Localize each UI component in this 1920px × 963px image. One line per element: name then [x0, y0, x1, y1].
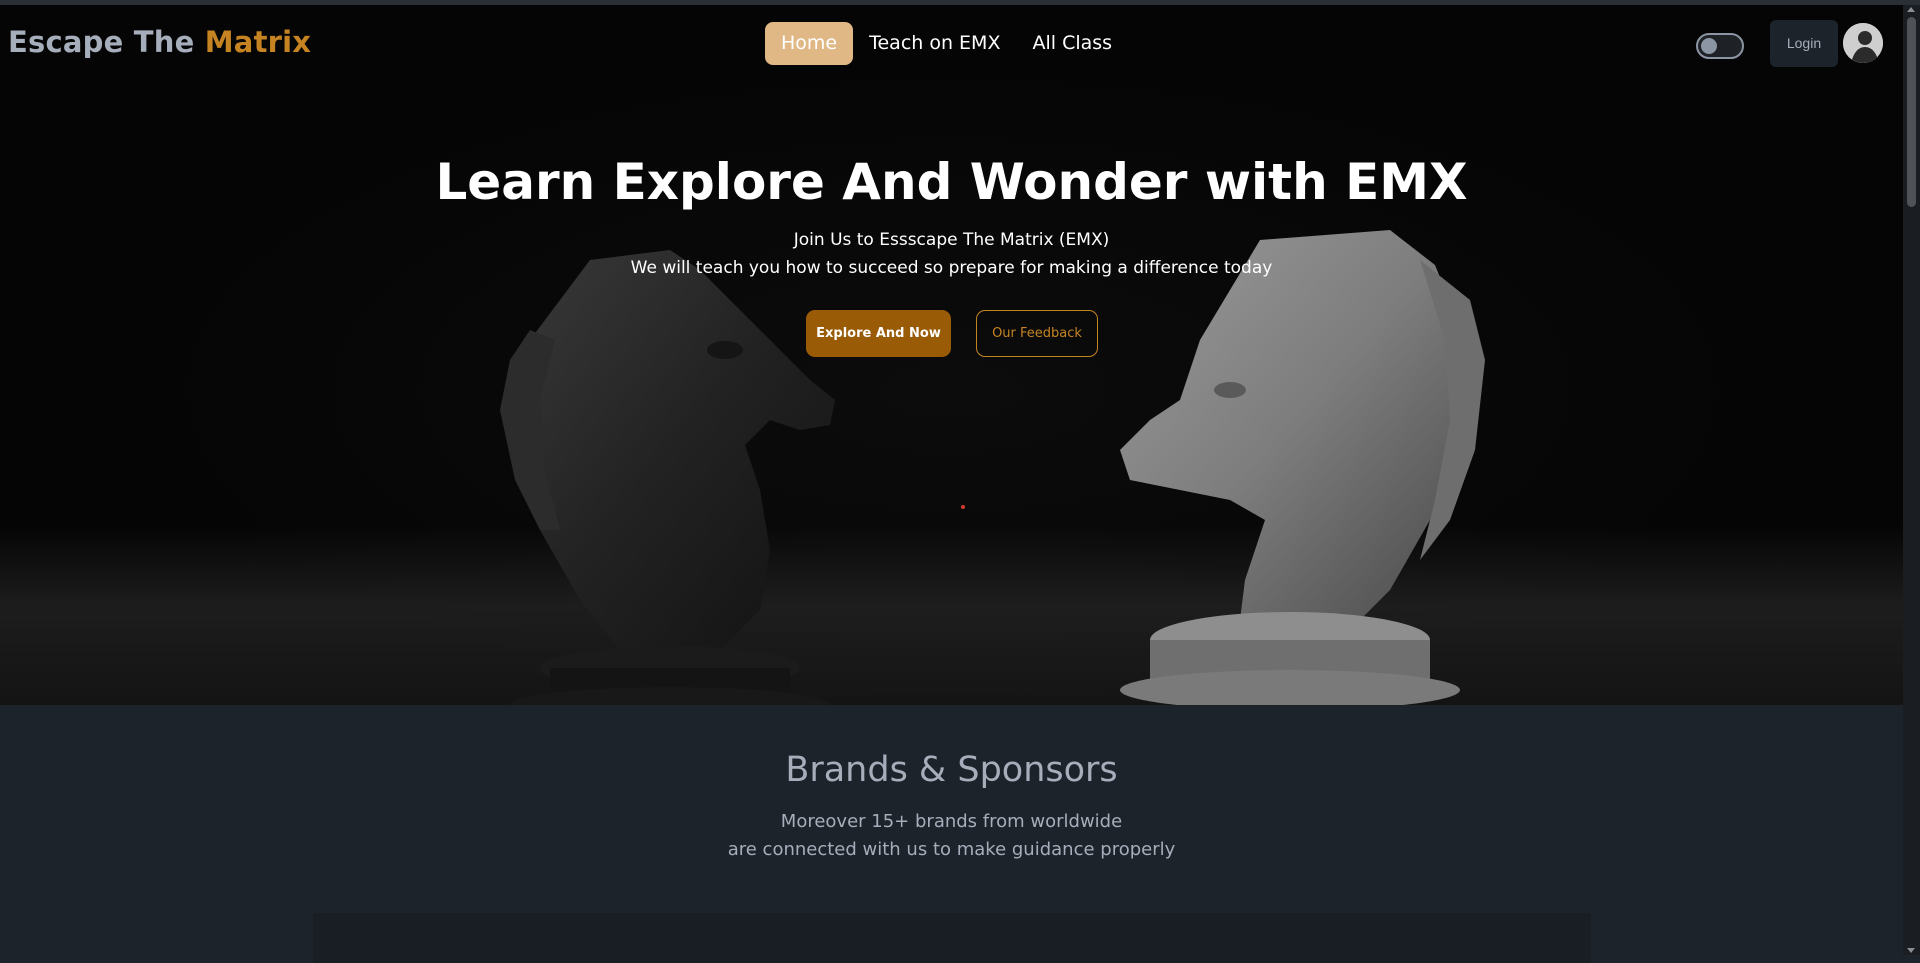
brand-logo[interactable]: Escape The Matrix — [8, 25, 311, 59]
brands-description-line2: are connected with us to make guidance p… — [727, 839, 1176, 860]
white-knight-image — [1120, 230, 1485, 705]
scrollbar-thumb[interactable] — [1907, 17, 1916, 207]
scroll-down-icon[interactable] — [1907, 948, 1915, 953]
nav-teach-link[interactable]: Teach on EMX — [853, 22, 1016, 65]
hero-section: Escape The Matrix Home Teach on EMX All … — [0, 5, 1903, 705]
login-button[interactable]: Login — [1770, 20, 1838, 67]
brands-description-line1: Moreover 15+ brands from worldwide — [780, 811, 1123, 832]
nav-links: Home Teach on EMX All Class — [765, 22, 1128, 65]
hero-floor — [0, 525, 1903, 705]
brands-heading: Brands & Sponsors — [785, 750, 1118, 790]
scroll-up-icon[interactable] — [1907, 7, 1915, 12]
feedback-button[interactable]: Our Feedback — [976, 310, 1098, 357]
navbar: Escape The Matrix Home Teach on EMX All … — [0, 5, 1903, 85]
nav-all-class-link[interactable]: All Class — [1016, 22, 1128, 65]
hero-title: Learn Explore And Wonder with EMX — [435, 153, 1468, 211]
hero-subtitle-line1: Join Us to Essscape The Matrix (EMX) — [793, 230, 1110, 250]
avatar-photo-icon — [1843, 23, 1883, 63]
toggle-knob — [1701, 38, 1717, 54]
hero-subtitle-line2: We will teach you how to succeed so prep… — [630, 258, 1273, 278]
theme-toggle[interactable] — [1696, 33, 1744, 59]
explore-button[interactable]: Explore And Now — [806, 310, 951, 357]
cursor-dot — [961, 505, 965, 509]
brand-text-accent: Matrix — [204, 25, 312, 59]
brand-text-primary: Escape The — [8, 25, 195, 59]
nav-home-link[interactable]: Home — [765, 22, 854, 65]
page: Escape The Matrix Home Teach on EMX All … — [0, 5, 1903, 963]
user-avatar[interactable] — [1843, 23, 1883, 63]
black-knight-image — [500, 250, 835, 705]
brands-section: Brands & Sponsors Moreover 15+ brands fr… — [0, 705, 1903, 963]
brands-panel — [313, 913, 1591, 963]
page-scrollbar[interactable] — [1903, 5, 1920, 955]
